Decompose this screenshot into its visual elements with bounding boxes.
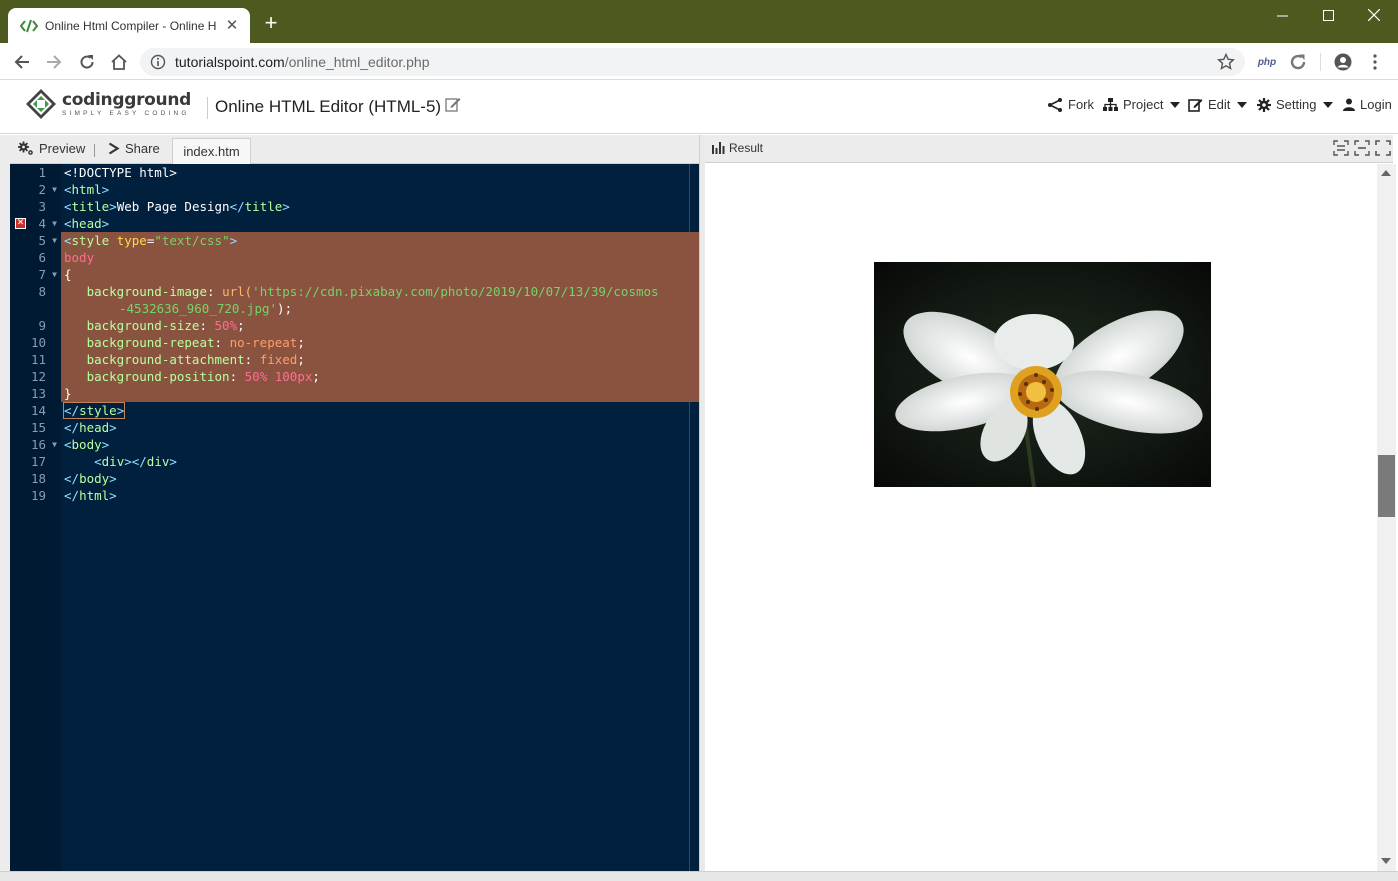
reload-button[interactable] [74, 49, 100, 75]
result-frame [705, 164, 1377, 871]
maximize-button[interactable] [1305, 0, 1351, 30]
kebab-menu-icon[interactable] [1366, 52, 1384, 72]
minimize-button[interactable] [1259, 0, 1305, 30]
code-line: 10 background-repeat: no-repeat; [10, 334, 699, 351]
collapse-vertical-icon[interactable] [1333, 140, 1349, 156]
bottom-strip [0, 871, 1398, 881]
forward-button[interactable] [41, 49, 67, 75]
fork-icon [1048, 97, 1062, 112]
scroll-down-arrow-icon[interactable] [1381, 858, 1391, 864]
code-line: 1 <!DOCTYPE html> [38, 165, 177, 180]
new-tab-button[interactable]: + [260, 12, 282, 34]
left-gutter-strip [0, 135, 10, 871]
code-icon [20, 17, 38, 35]
code-line: ✕ 4 ▼ <head> [15, 215, 110, 232]
browser-tab[interactable]: Online Html Compiler - Online H ✕ [8, 8, 250, 43]
page-title: Online HTML Editor (HTML-5) [215, 97, 442, 116]
php-extension-icon[interactable]: php [1256, 52, 1278, 72]
result-scrollbar[interactable] [1377, 164, 1396, 871]
terminal-chevron-icon [108, 142, 120, 155]
editor-toolbar: Preview Share index.htm [10, 135, 699, 164]
brand-tagline: SIMPLY EASY CODING [62, 109, 190, 117]
edit-icon [1188, 99, 1203, 112]
fold-arrow-icon[interactable]: ▼ [52, 266, 57, 283]
url-text[interactable]: tutorialspoint.com/online_html_editor.ph… [175, 54, 430, 70]
setting-menu[interactable]: Setting [1257, 97, 1334, 112]
user-icon [1343, 98, 1355, 111]
tab-title: Online Html Compiler - Online H [45, 18, 217, 33]
preview-button[interactable]: Preview [18, 141, 85, 156]
close-icon[interactable]: ✕ [224, 17, 240, 34]
chevron-down-icon [1323, 101, 1334, 108]
code-line: 5 ▼ <style type="text/css"> [10, 232, 699, 249]
back-button[interactable] [9, 49, 35, 75]
code-line: 3 <title>Web Page Design</title> [38, 199, 290, 214]
project-menu[interactable]: Project [1103, 97, 1181, 112]
result-label: Result [712, 141, 763, 155]
code-line: 11 background-attachment: fixed; [10, 351, 699, 368]
gears-icon [18, 141, 33, 155]
profile-avatar-icon[interactable] [1332, 52, 1354, 72]
scroll-up-arrow-icon[interactable] [1381, 170, 1391, 176]
collapse-horizontal-icon[interactable] [1354, 140, 1370, 156]
logo-mark-icon [26, 89, 56, 119]
browser-titlebar: Online Html Compiler - Online H ✕ + [0, 0, 1398, 43]
code-line: 12 background-position: 50% 100px; [10, 368, 699, 385]
info-icon[interactable] [150, 54, 166, 70]
code-line: 19 </html> [30, 488, 117, 503]
header-divider [207, 97, 208, 119]
code-line: 18 </body> [30, 471, 117, 486]
codingground-logo[interactable]: codingground SIMPLY EASY CODING [25, 88, 191, 120]
browser-toolbar: tutorialspoint.com/online_html_editor.ph… [0, 43, 1398, 80]
code-line: 7 ▼{ [10, 266, 699, 283]
bookmark-star-icon[interactable] [1216, 52, 1236, 71]
fold-arrow-icon[interactable]: ▼ [52, 215, 57, 232]
window-close-button[interactable] [1351, 0, 1397, 30]
edit-menu[interactable]: Edit [1188, 97, 1248, 112]
code-line: 9 background-size: 50%; [10, 317, 699, 334]
fold-arrow-icon[interactable]: ▼ [52, 232, 57, 249]
code-line: 17 <div></div> [30, 454, 177, 469]
share-button[interactable]: Share [108, 141, 160, 156]
code-line: 14 </style> [30, 402, 126, 419]
error-marker-icon[interactable]: ✕ [15, 218, 26, 229]
brand-name: codingground [62, 89, 192, 110]
login-menu[interactable]: Login [1343, 97, 1392, 112]
sitemap-icon [1103, 97, 1118, 111]
code-line: 8 background-image: url('https://cdn.pix… [10, 283, 699, 317]
edit-title-icon[interactable] [445, 96, 461, 112]
gear-icon [1257, 97, 1271, 112]
code-line: 2 ▼ <html> [38, 181, 110, 198]
chevron-down-icon [1170, 101, 1181, 108]
result-toolbar: Result [705, 135, 1393, 163]
chevron-down-icon [1237, 101, 1248, 108]
fold-arrow-icon[interactable]: ▼ [52, 181, 57, 198]
code-line: 16 ▼ <body> [30, 436, 110, 453]
bar-chart-icon [712, 142, 725, 154]
fork-menu[interactable]: Fork [1047, 97, 1094, 112]
code-line: 15 </head> [30, 420, 117, 435]
code-line: 6 body [10, 249, 699, 266]
file-tab-index[interactable]: index.htm [172, 138, 251, 164]
address-bar[interactable]: tutorialspoint.com/online_html_editor.ph… [140, 48, 1245, 76]
site-header: codingground SIMPLY EASY CODING Online H… [0, 81, 1398, 134]
fullscreen-icon[interactable] [1375, 140, 1391, 156]
refresh-extension-icon[interactable] [1288, 52, 1308, 72]
code-line: 13} [10, 385, 699, 402]
fold-arrow-icon[interactable]: ▼ [52, 436, 57, 453]
home-button[interactable] [106, 49, 132, 75]
scrollbar-thumb[interactable] [1378, 455, 1395, 517]
code-editor[interactable]: 1 <!DOCTYPE html> 2 ▼ <html> 3 <title>Web Pa… [10, 164, 699, 871]
toolbar-divider [94, 144, 95, 157]
cosmos-flower-image [874, 262, 1211, 487]
